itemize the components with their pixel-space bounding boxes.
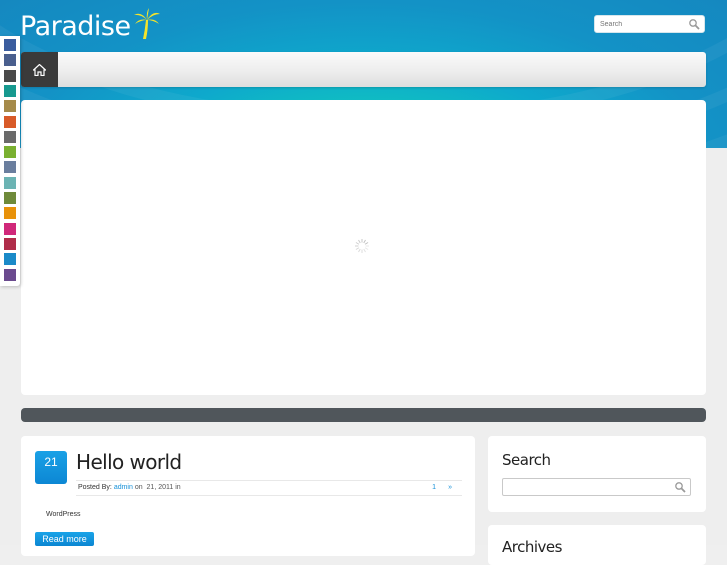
header-search-input[interactable] xyxy=(600,19,685,30)
color-swatch[interactable] xyxy=(4,161,16,174)
color-swatch[interactable] xyxy=(4,237,16,250)
site-logo[interactable]: Paradise xyxy=(20,8,161,44)
sidebar-search-box xyxy=(502,478,691,496)
search-widget: Search xyxy=(488,436,706,512)
post-day: 21 xyxy=(44,455,58,469)
spinner-icon xyxy=(355,239,369,253)
color-swatch[interactable] xyxy=(4,253,16,266)
comment-arrow[interactable]: » xyxy=(448,481,452,495)
color-swatch[interactable] xyxy=(4,100,16,113)
post-title-link[interactable]: Hello world xyxy=(76,450,182,474)
color-swatch[interactable] xyxy=(4,146,16,159)
archives-widget-title: Archives xyxy=(502,538,562,556)
color-swatch[interactable] xyxy=(4,69,16,82)
color-swatch[interactable] xyxy=(4,192,16,204)
color-swatch[interactable] xyxy=(4,176,16,189)
post-date: 21, 2011 xyxy=(146,484,174,491)
search-widget-title: Search xyxy=(502,451,551,469)
home-icon xyxy=(33,63,46,76)
comment-count-link[interactable]: 1 xyxy=(432,481,436,495)
site-title: Paradise xyxy=(20,10,131,42)
content-divider-bar xyxy=(21,408,706,422)
color-swatch[interactable] xyxy=(4,54,16,67)
color-swatch[interactable] xyxy=(4,268,16,281)
archives-widget: Archives xyxy=(488,525,706,565)
color-swatch[interactable] xyxy=(4,115,16,128)
post-excerpt: WordPress xyxy=(46,511,81,518)
color-swatch[interactable] xyxy=(4,130,16,143)
color-swatch[interactable] xyxy=(4,84,16,97)
author-link[interactable]: admin xyxy=(114,484,133,491)
magnifier-icon[interactable] xyxy=(674,481,686,493)
in-label: in xyxy=(175,484,181,491)
on-label: on xyxy=(134,484,143,491)
magnifier-icon[interactable] xyxy=(688,18,700,30)
posted-by-label: Posted By: xyxy=(78,484,112,491)
color-swatch[interactable] xyxy=(4,207,16,220)
color-switcher-panel xyxy=(0,36,20,286)
post-date-badge: 21 xyxy=(35,451,67,484)
header-search-box xyxy=(594,15,705,33)
post-card: 21 Hello world Posted By: admin on 21, 2… xyxy=(21,436,475,556)
palm-tree-icon xyxy=(133,8,160,39)
post-meta: Posted By: admin on 21, 2011 in 1 » xyxy=(76,480,462,496)
color-swatch[interactable] xyxy=(4,222,16,235)
color-swatch[interactable] xyxy=(4,39,16,51)
read-more-button[interactable]: Read more xyxy=(35,532,94,546)
home-button[interactable] xyxy=(21,52,58,87)
sidebar-search-input[interactable] xyxy=(507,482,667,493)
main-navigation xyxy=(21,52,706,87)
